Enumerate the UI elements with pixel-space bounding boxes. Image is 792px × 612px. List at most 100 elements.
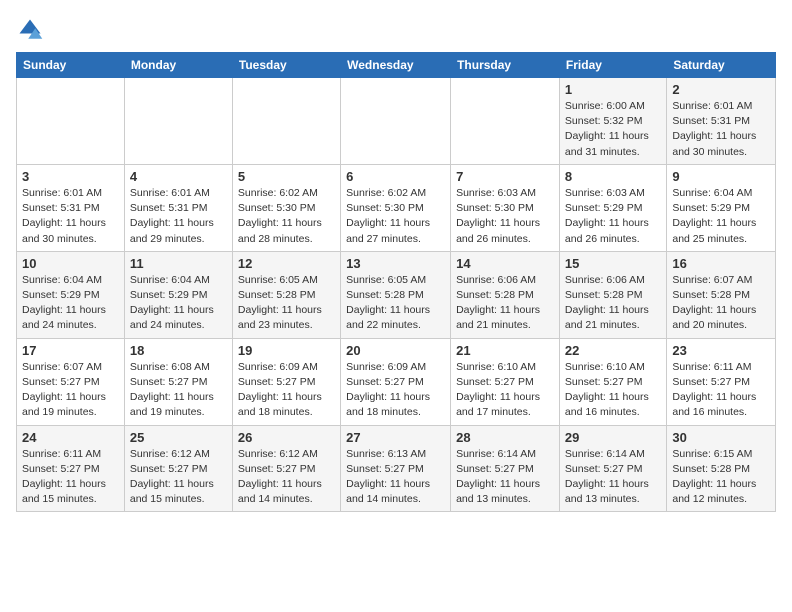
day-info: Sunrise: 6:04 AM Sunset: 5:29 PM Dayligh… (130, 273, 227, 334)
day-number: 17 (22, 343, 119, 358)
day-info: Sunrise: 6:06 AM Sunset: 5:28 PM Dayligh… (565, 273, 661, 334)
day-info: Sunrise: 6:11 AM Sunset: 5:27 PM Dayligh… (672, 360, 770, 421)
day-number: 26 (238, 430, 335, 445)
day-info: Sunrise: 6:01 AM Sunset: 5:31 PM Dayligh… (22, 186, 119, 247)
day-info: Sunrise: 6:10 AM Sunset: 5:27 PM Dayligh… (456, 360, 554, 421)
calendar-cell: 7Sunrise: 6:03 AM Sunset: 5:30 PM Daylig… (451, 164, 560, 251)
day-info: Sunrise: 6:13 AM Sunset: 5:27 PM Dayligh… (346, 447, 445, 508)
day-number: 4 (130, 169, 227, 184)
calendar-cell (232, 78, 340, 165)
calendar-cell: 14 Sunrise: 6:06 AM Sunset: 5:28 PM Dayli… (451, 251, 560, 338)
calendar-cell: 12 Sunrise: 6:05 AM Sunset: 5:28 PM Dayli… (232, 251, 340, 338)
calendar-cell (451, 78, 560, 165)
calendar-cell: 23 Sunrise: 6:11 AM Sunset: 5:27 PM Dayli… (667, 338, 776, 425)
calendar-week-row: 17 Sunrise: 6:07 AM Sunset: 5:27 PM Dayli… (17, 338, 776, 425)
day-number: 30 (672, 430, 770, 445)
day-info: Sunrise: 6:00 AM Sunset: 5:32 PM Dayligh… (565, 99, 661, 160)
calendar-cell: 24 Sunrise: 6:11 AM Sunset: 5:27 PM Dayli… (17, 425, 125, 512)
day-number: 19 (238, 343, 335, 358)
day-number: 6 (346, 169, 445, 184)
day-number: 13 (346, 256, 445, 271)
calendar-cell: 30Sunrise: 6:15 AM Sunset: 5:28 PM Dayli… (667, 425, 776, 512)
calendar-cell: 15 Sunrise: 6:06 AM Sunset: 5:28 PM Dayli… (559, 251, 666, 338)
calendar-week-row: 10Sunrise: 6:04 AM Sunset: 5:29 PM Dayli… (17, 251, 776, 338)
day-info: Sunrise: 6:02 AM Sunset: 5:30 PM Dayligh… (346, 186, 445, 247)
day-info: Sunrise: 6:05 AM Sunset: 5:28 PM Dayligh… (346, 273, 445, 334)
day-number: 18 (130, 343, 227, 358)
calendar-cell (341, 78, 451, 165)
day-number: 7 (456, 169, 554, 184)
calendar-cell: 6 Sunrise: 6:02 AM Sunset: 5:30 PM Daylig… (341, 164, 451, 251)
day-info: Sunrise: 6:14 AM Sunset: 5:27 PM Dayligh… (565, 447, 661, 508)
day-info: Sunrise: 6:06 AM Sunset: 5:28 PM Dayligh… (456, 273, 554, 334)
day-number: 14 (456, 256, 554, 271)
calendar-cell: 21 Sunrise: 6:10 AM Sunset: 5:27 PM Dayli… (451, 338, 560, 425)
day-info: Sunrise: 6:09 AM Sunset: 5:27 PM Dayligh… (346, 360, 445, 421)
calendar-cell: 13 Sunrise: 6:05 AM Sunset: 5:28 PM Dayli… (341, 251, 451, 338)
day-number: 11 (130, 256, 227, 271)
weekday-header: Sunday (17, 53, 125, 78)
day-info: Sunrise: 6:14 AM Sunset: 5:27 PM Dayligh… (456, 447, 554, 508)
calendar-cell: 20 Sunrise: 6:09 AM Sunset: 5:27 PM Dayli… (341, 338, 451, 425)
day-info: Sunrise: 6:12 AM Sunset: 5:27 PM Dayligh… (238, 447, 335, 508)
calendar-cell: 1Sunrise: 6:00 AM Sunset: 5:32 PM Daylig… (559, 78, 666, 165)
calendar-cell (124, 78, 232, 165)
day-info: Sunrise: 6:04 AM Sunset: 5:29 PM Dayligh… (672, 186, 770, 247)
calendar-cell: 11 Sunrise: 6:04 AM Sunset: 5:29 PM Dayli… (124, 251, 232, 338)
calendar-cell: 2 Sunrise: 6:01 AM Sunset: 5:31 PM Daylig… (667, 78, 776, 165)
calendar-table: SundayMondayTuesdayWednesdayThursdayFrid… (16, 52, 776, 512)
day-number: 5 (238, 169, 335, 184)
day-number: 21 (456, 343, 554, 358)
calendar-week-row: 1Sunrise: 6:00 AM Sunset: 5:32 PM Daylig… (17, 78, 776, 165)
day-number: 8 (565, 169, 661, 184)
calendar-cell: 9Sunrise: 6:04 AM Sunset: 5:29 PM Daylig… (667, 164, 776, 251)
day-number: 27 (346, 430, 445, 445)
day-number: 15 (565, 256, 661, 271)
calendar-cell: 28 Sunrise: 6:14 AM Sunset: 5:27 PM Dayli… (451, 425, 560, 512)
day-number: 23 (672, 343, 770, 358)
day-info: Sunrise: 6:04 AM Sunset: 5:29 PM Dayligh… (22, 273, 119, 334)
day-info: Sunrise: 6:11 AM Sunset: 5:27 PM Dayligh… (22, 447, 119, 508)
day-number: 28 (456, 430, 554, 445)
weekday-header: Saturday (667, 53, 776, 78)
day-info: Sunrise: 6:12 AM Sunset: 5:27 PM Dayligh… (130, 447, 227, 508)
calendar-cell: 27 Sunrise: 6:13 AM Sunset: 5:27 PM Dayli… (341, 425, 451, 512)
day-info: Sunrise: 6:10 AM Sunset: 5:27 PM Dayligh… (565, 360, 661, 421)
calendar-cell: 18 Sunrise: 6:08 AM Sunset: 5:27 PM Dayli… (124, 338, 232, 425)
calendar-cell: 10Sunrise: 6:04 AM Sunset: 5:29 PM Dayli… (17, 251, 125, 338)
day-info: Sunrise: 6:05 AM Sunset: 5:28 PM Dayligh… (238, 273, 335, 334)
page-header (16, 16, 776, 44)
day-info: Sunrise: 6:02 AM Sunset: 5:30 PM Dayligh… (238, 186, 335, 247)
calendar-cell: 22 Sunrise: 6:10 AM Sunset: 5:27 PM Dayli… (559, 338, 666, 425)
day-info: Sunrise: 6:07 AM Sunset: 5:27 PM Dayligh… (22, 360, 119, 421)
weekday-header: Friday (559, 53, 666, 78)
calendar-cell: 8 Sunrise: 6:03 AM Sunset: 5:29 PM Daylig… (559, 164, 666, 251)
calendar-week-row: 24 Sunrise: 6:11 AM Sunset: 5:27 PM Dayli… (17, 425, 776, 512)
day-info: Sunrise: 6:08 AM Sunset: 5:27 PM Dayligh… (130, 360, 227, 421)
calendar-cell: 3 Sunrise: 6:01 AM Sunset: 5:31 PM Daylig… (17, 164, 125, 251)
calendar-cell: 29 Sunrise: 6:14 AM Sunset: 5:27 PM Dayli… (559, 425, 666, 512)
calendar-cell: 19 Sunrise: 6:09 AM Sunset: 5:27 PM Dayli… (232, 338, 340, 425)
day-number: 3 (22, 169, 119, 184)
day-info: Sunrise: 6:03 AM Sunset: 5:29 PM Dayligh… (565, 186, 661, 247)
day-number: 2 (672, 82, 770, 97)
day-number: 29 (565, 430, 661, 445)
day-number: 24 (22, 430, 119, 445)
day-info: Sunrise: 6:01 AM Sunset: 5:31 PM Dayligh… (130, 186, 227, 247)
calendar-cell: 26 Sunrise: 6:12 AM Sunset: 5:27 PM Dayli… (232, 425, 340, 512)
day-number: 20 (346, 343, 445, 358)
calendar-week-row: 3 Sunrise: 6:01 AM Sunset: 5:31 PM Daylig… (17, 164, 776, 251)
day-number: 12 (238, 256, 335, 271)
day-number: 22 (565, 343, 661, 358)
day-number: 16 (672, 256, 770, 271)
day-info: Sunrise: 6:01 AM Sunset: 5:31 PM Dayligh… (672, 99, 770, 160)
day-info: Sunrise: 6:09 AM Sunset: 5:27 PM Dayligh… (238, 360, 335, 421)
calendar-cell: 17 Sunrise: 6:07 AM Sunset: 5:27 PM Dayli… (17, 338, 125, 425)
calendar-cell: 5 Sunrise: 6:02 AM Sunset: 5:30 PM Daylig… (232, 164, 340, 251)
weekday-header: Wednesday (341, 53, 451, 78)
calendar-header-row: SundayMondayTuesdayWednesdayThursdayFrid… (17, 53, 776, 78)
calendar-cell: 25 Sunrise: 6:12 AM Sunset: 5:27 PM Dayli… (124, 425, 232, 512)
calendar-cell: 4 Sunrise: 6:01 AM Sunset: 5:31 PM Daylig… (124, 164, 232, 251)
calendar-cell: 16Sunrise: 6:07 AM Sunset: 5:28 PM Dayli… (667, 251, 776, 338)
day-number: 25 (130, 430, 227, 445)
